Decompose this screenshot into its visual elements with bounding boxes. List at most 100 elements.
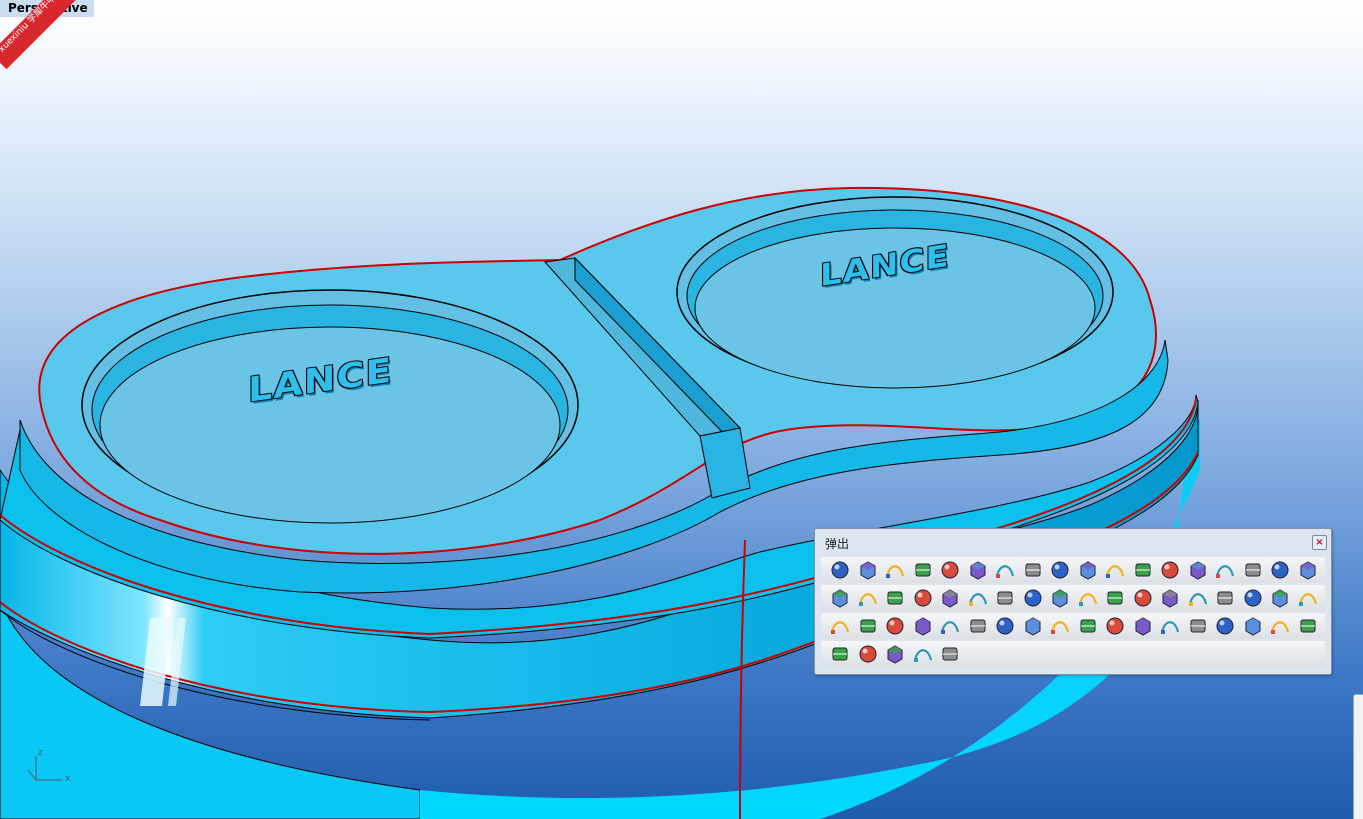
arc-sweep-icon[interactable] <box>1269 559 1291 581</box>
array-icon <box>832 589 848 608</box>
figure-icon[interactable] <box>939 615 961 637</box>
surface-fold-icon[interactable] <box>829 643 851 665</box>
curve-0-2-icon[interactable] <box>1269 587 1291 609</box>
toolbar-row-4 <box>821 641 1325 667</box>
revolve-icon <box>1300 561 1315 580</box>
pipe-curve-icon <box>1080 561 1095 580</box>
revolve-icon[interactable] <box>1297 559 1319 581</box>
surface-edge-icon[interactable] <box>1132 559 1154 581</box>
twist-surface-icon[interactable] <box>1297 615 1319 637</box>
book-icon[interactable] <box>939 643 961 665</box>
surface-frame-icon[interactable] <box>912 587 934 609</box>
popup-toolbar[interactable]: 弹出 × <box>814 528 1332 675</box>
polyline-2-icon <box>970 619 985 633</box>
pac-2-icon <box>1190 619 1205 633</box>
zoom-extents-icon <box>915 563 930 577</box>
gear-icon <box>1025 563 1040 577</box>
color-wheel-icon <box>995 565 1015 578</box>
box-icon <box>1134 589 1151 607</box>
mesh-icon[interactable] <box>1159 559 1181 581</box>
lock-icon <box>860 561 875 580</box>
tube-icon[interactable] <box>1297 587 1319 609</box>
shaded-sphere-icon[interactable] <box>967 559 989 581</box>
side-panel-edge[interactable] <box>1353 694 1363 819</box>
curve-hook-icon[interactable] <box>857 615 879 637</box>
polyline-icon[interactable] <box>939 587 961 609</box>
plane-surface-2-icon[interactable] <box>857 643 879 665</box>
fillet-1-2-icon <box>1190 561 1205 580</box>
pipe-curve-icon[interactable] <box>1077 559 1099 581</box>
sweep-x-icon <box>913 649 932 662</box>
box-icon[interactable] <box>1132 587 1154 609</box>
cylinder-open-icon[interactable] <box>1269 615 1291 637</box>
funnel-icon[interactable] <box>1242 615 1264 637</box>
point-cloud-icon[interactable] <box>1242 559 1264 581</box>
curve-s-icon[interactable] <box>884 615 906 637</box>
twist-surface-icon <box>1300 619 1315 633</box>
tube-icon <box>1298 593 1317 606</box>
gear-icon[interactable] <box>1022 559 1044 581</box>
box-solid-icon[interactable] <box>829 615 851 637</box>
plane-surface-icon[interactable] <box>1049 587 1071 609</box>
align-icon <box>887 591 903 605</box>
axis-triad-icon <box>27 756 62 781</box>
explode-icon <box>1051 561 1069 579</box>
spheres-icon[interactable] <box>1187 587 1209 609</box>
align-icon[interactable] <box>884 587 906 609</box>
sphere-icon[interactable] <box>1159 587 1181 609</box>
rotate-circle-icon[interactable] <box>1104 587 1126 609</box>
explode-icon[interactable] <box>1049 559 1071 581</box>
curve-arc-icon[interactable] <box>912 615 934 637</box>
offset-icon <box>887 645 903 664</box>
cylinder-icon[interactable] <box>1104 615 1126 637</box>
lightbulb-icon[interactable] <box>829 559 851 581</box>
cylinder-surface-icon[interactable] <box>1022 587 1044 609</box>
array-icon[interactable] <box>829 587 851 609</box>
sphere-cut-icon[interactable] <box>1214 587 1236 609</box>
toolbar-row-2 <box>821 585 1325 611</box>
axis-triad: z x <box>22 748 82 790</box>
panel-icon[interactable] <box>1214 615 1236 637</box>
surface-fold-icon <box>832 647 848 661</box>
circle-point-icon[interactable] <box>967 587 989 609</box>
perspective-viewport[interactable]: LANCE LANCE Perspective xuexiniu 学犀牛中文网 … <box>0 0 1363 819</box>
point-edit-icon <box>858 593 877 606</box>
point-edit-icon[interactable] <box>857 587 879 609</box>
cylinder-2-icon[interactable] <box>1132 615 1154 637</box>
point-cloud-icon <box>1245 563 1260 577</box>
polyline-2-icon[interactable] <box>967 615 989 637</box>
spheres-icon <box>1188 593 1207 606</box>
blend-surface-icon <box>1080 619 1095 633</box>
cylinder-icon <box>1106 617 1124 635</box>
cylinder-open-icon <box>1270 621 1290 634</box>
solid-rect-icon[interactable] <box>1022 615 1044 637</box>
grid-icon[interactable] <box>1049 615 1071 637</box>
stack-icon <box>996 617 1014 635</box>
save-icon[interactable] <box>884 559 906 581</box>
sphere-cut-icon <box>1217 591 1233 605</box>
sphere-pair-icon <box>1244 589 1261 607</box>
layers-icon[interactable] <box>994 587 1016 609</box>
surface-frame-icon <box>914 589 931 607</box>
figure-icon <box>940 621 960 634</box>
plane-tilt-icon[interactable] <box>1077 587 1099 609</box>
wireframe-sphere-icon[interactable] <box>939 559 961 581</box>
color-wheel-icon[interactable] <box>994 559 1016 581</box>
popup-toolbar-title[interactable]: 弹出 <box>825 535 849 552</box>
pac-icon[interactable] <box>1159 615 1181 637</box>
stack-icon[interactable] <box>994 615 1016 637</box>
blend-surface-icon[interactable] <box>1077 615 1099 637</box>
fillet-1-2-icon[interactable] <box>1187 559 1209 581</box>
zoom-extents-icon[interactable] <box>912 559 934 581</box>
curve-arc-icon <box>915 617 930 636</box>
plane-surface-icon <box>1052 589 1068 608</box>
offset-icon[interactable] <box>884 643 906 665</box>
pac-2-icon[interactable] <box>1187 615 1209 637</box>
fillet-2-icon[interactable] <box>1214 559 1236 581</box>
sphere-pair-icon[interactable] <box>1242 587 1264 609</box>
save-icon <box>885 565 905 578</box>
surface-patch-icon[interactable] <box>1104 559 1126 581</box>
lock-icon[interactable] <box>857 559 879 581</box>
close-button[interactable]: × <box>1312 535 1327 550</box>
sweep-x-icon[interactable] <box>912 643 934 665</box>
